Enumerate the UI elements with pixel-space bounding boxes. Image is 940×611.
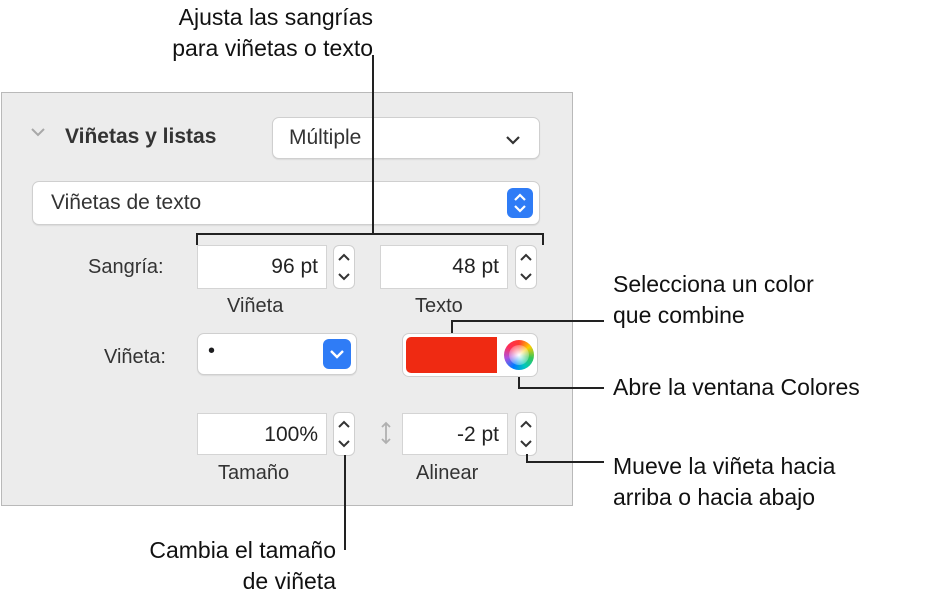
colors-callout-line-v: [518, 377, 520, 388]
color-callout-line-v: [451, 320, 453, 333]
indent-bracket-left: [196, 233, 198, 245]
callout-size-line1: Cambia el tamaño: [149, 537, 336, 563]
text-indent-stepper[interactable]: [515, 245, 537, 289]
bullet-color-swatch[interactable]: [406, 337, 497, 373]
text-indent-caption: Texto: [415, 295, 463, 317]
callout-color: Selecciona un color que combine: [613, 269, 814, 331]
bullet-char-popup[interactable]: •: [197, 333, 357, 375]
chevron-down-icon: [505, 133, 521, 151]
up-down-chevron-icon: [507, 188, 533, 218]
bullet-align-field[interactable]: -2 pt: [402, 413, 508, 455]
callout-align-line1: Mueve la viñeta hacia: [613, 453, 836, 479]
text-indent-field[interactable]: 48 pt: [380, 245, 508, 289]
callout-color-line2: que combine: [613, 302, 745, 328]
bullet-align-stepper[interactable]: [515, 412, 537, 456]
list-type-value: Viñetas de texto: [51, 191, 202, 214]
color-callout-line-h: [451, 320, 604, 322]
indent-bracket-right: [542, 233, 544, 245]
align-callout-line-v: [526, 454, 528, 462]
bullet-color-well[interactable]: [402, 333, 538, 377]
callout-size-line2: de viñeta: [242, 568, 336, 594]
list-type-popup[interactable]: Viñetas de texto: [32, 181, 540, 225]
indent-bracket-top: [196, 233, 544, 235]
callout-align: Mueve la viñeta hacia arriba o hacia aba…: [613, 451, 835, 513]
bullet-indent-stepper[interactable]: [333, 245, 355, 289]
vertical-arrows-icon: [378, 420, 394, 451]
bullet-indent-field[interactable]: 96 pt: [197, 245, 327, 289]
callout-size: Cambia el tamaño de viñeta: [0, 535, 336, 597]
bullet-size-stepper[interactable]: [333, 412, 355, 456]
indent-label: Sangría:: [88, 256, 164, 278]
bullet-size-field[interactable]: 100%: [197, 413, 327, 455]
indent-callout-line: [372, 55, 374, 234]
colors-callout-line-h: [518, 387, 604, 389]
section-title: Viñetas y listas: [65, 125, 217, 148]
bullet-align-caption: Alinear: [416, 462, 479, 484]
list-style-popup[interactable]: Múltiple: [272, 117, 540, 159]
callout-indent: Ajusta las sangrías para viñetas o texto: [0, 2, 373, 64]
size-callout-line: [344, 455, 346, 550]
chevron-down-icon: [323, 339, 351, 369]
align-callout-line-h: [526, 461, 604, 463]
list-style-value: Múltiple: [289, 126, 362, 149]
bullet-label: Viñeta:: [104, 346, 166, 368]
callout-indent-line1: Ajusta las sangrías: [178, 4, 373, 30]
disclosure-chevron-icon[interactable]: [30, 125, 46, 142]
callout-align-line2: arriba o hacia abajo: [613, 484, 816, 510]
callout-color-line1: Selecciona un color: [613, 271, 814, 297]
bullet-char-value: •: [208, 340, 216, 362]
callout-colors-window: Abre la ventana Colores: [613, 374, 860, 400]
bullet-indent-caption: Viñeta: [227, 295, 284, 317]
bullet-size-caption: Tamaño: [218, 462, 290, 484]
callout-indent-line2: para viñetas o texto: [172, 35, 373, 61]
color-wheel-icon[interactable]: [504, 340, 534, 370]
